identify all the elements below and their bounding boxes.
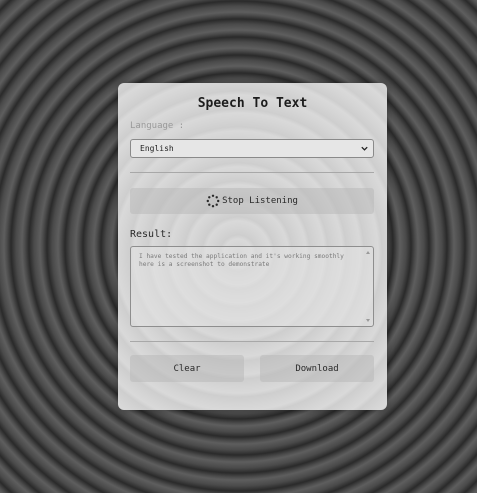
spinner-icon bbox=[206, 194, 220, 208]
divider bbox=[130, 341, 374, 342]
language-label: Language : bbox=[130, 121, 185, 131]
scroll-down-icon[interactable] bbox=[366, 319, 370, 322]
language-select[interactable]: English bbox=[130, 139, 374, 158]
app-title: Speech To Text bbox=[197, 96, 308, 111]
result-text: I have tested the application and it's w… bbox=[139, 253, 344, 268]
chevron-down-icon bbox=[361, 146, 368, 151]
scroll-up-icon[interactable] bbox=[366, 251, 370, 254]
download-button[interactable]: Download bbox=[260, 355, 374, 382]
download-button-label: Download bbox=[295, 363, 339, 374]
clear-button-label: Clear bbox=[173, 363, 201, 374]
stop-listening-button[interactable]: Stop Listening bbox=[130, 188, 374, 214]
result-label: Result: bbox=[130, 229, 173, 240]
language-select-value: English bbox=[140, 144, 174, 153]
speech-to-text-card: Speech To Text Language : English Stop L… bbox=[118, 83, 387, 410]
clear-button[interactable]: Clear bbox=[130, 355, 244, 382]
divider bbox=[130, 172, 374, 173]
stop-listening-label: Stop Listening bbox=[222, 196, 298, 206]
result-textarea[interactable]: I have tested the application and it's w… bbox=[130, 246, 374, 327]
